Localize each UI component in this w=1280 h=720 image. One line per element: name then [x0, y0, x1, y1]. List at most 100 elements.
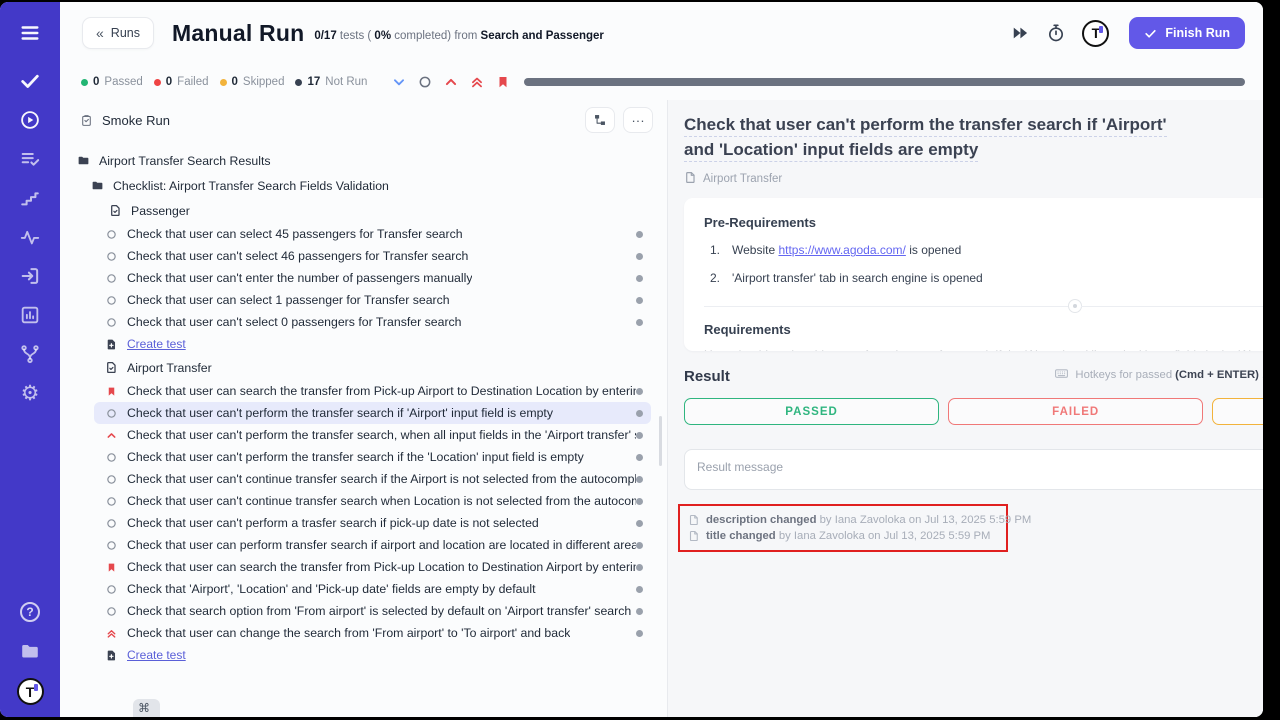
circle-icon — [104, 604, 118, 618]
clipboard-icon — [79, 113, 93, 127]
more-options-button[interactable]: ··· — [623, 107, 653, 133]
prerequirements-heading: Pre-Requirements — [704, 215, 1263, 230]
test-detail-panel: Check that user can't perform the transf… — [668, 100, 1263, 717]
result-message-input[interactable] — [684, 449, 1263, 490]
tree-item-label: Check that user can perform transfer sea… — [127, 538, 636, 552]
file-plus-icon — [104, 648, 118, 662]
bookmark-icon[interactable] — [496, 75, 510, 89]
tree-item-label: Check that user can't perform the transf… — [127, 450, 584, 464]
test-row[interactable]: Check that user can't perform the transf… — [94, 446, 651, 468]
test-row[interactable]: Check that user can't continue transfer … — [94, 490, 651, 512]
chevrons-left-icon: « — [96, 25, 104, 41]
circle-icon — [104, 472, 118, 486]
circle-icon — [104, 406, 118, 420]
menu-icon[interactable] — [18, 21, 42, 45]
list-check-icon[interactable] — [18, 147, 42, 171]
status-dot — [636, 388, 643, 395]
chevron-up-icon — [104, 428, 118, 442]
tree-item-label: Check that user can't perform a trasfer … — [127, 516, 539, 530]
failed-button[interactable]: FAILED — [948, 398, 1203, 425]
finish-run-button[interactable]: Finish Run — [1129, 17, 1245, 49]
test-row[interactable]: Check that user can't continue transfer … — [94, 468, 651, 490]
user-avatar[interactable]: T — [1082, 20, 1109, 47]
folder-row[interactable]: Checklist: Airport Transfer Search Field… — [80, 173, 651, 198]
test-tree-panel: Smoke Run ··· Airport Transfer Search Re… — [60, 100, 668, 717]
create-test-link[interactable]: Create test — [94, 644, 651, 666]
test-row[interactable]: Check that user can't perform a trasfer … — [94, 512, 651, 534]
tree-scrollbar[interactable] — [659, 416, 662, 466]
skipped-button[interactable]: SKIPPED — [1212, 398, 1263, 425]
pulse-icon[interactable] — [18, 225, 42, 249]
file-gray-icon — [688, 530, 700, 542]
back-to-runs-button[interactable]: « Runs — [82, 17, 154, 49]
test-row[interactable]: Check that user can select 1 passenger f… — [94, 289, 651, 311]
steps-icon[interactable] — [18, 186, 42, 210]
bookmark-icon — [104, 384, 118, 398]
status-dot — [636, 454, 643, 461]
file-row[interactable]: Passenger — [98, 198, 651, 223]
command-key-button[interactable]: ⌘ — [133, 699, 160, 717]
file-gray-icon — [688, 514, 700, 526]
double-chevron-up-icon[interactable] — [470, 75, 484, 89]
test-row[interactable]: Check that 'Airport', 'Location' and 'Pi… — [94, 578, 651, 600]
circle-icon — [104, 582, 118, 596]
page-title: Manual Run — [172, 20, 304, 47]
resize-handle[interactable] — [1068, 299, 1082, 313]
folder-row[interactable]: Airport Transfer Search Results — [66, 148, 651, 173]
test-title[interactable]: Check that user can't perform the transf… — [684, 112, 1189, 162]
tree-item-label: Check that user can select 1 passenger f… — [127, 293, 450, 307]
stopwatch-icon[interactable] — [1046, 23, 1066, 43]
help-icon[interactable]: ? — [18, 600, 42, 624]
avatar[interactable]: T — [17, 678, 44, 705]
suite-breadcrumb[interactable]: Airport Transfer — [684, 171, 1263, 187]
bar-chart-icon[interactable] — [18, 303, 42, 327]
test-row[interactable]: Check that user can't perform the transf… — [94, 424, 651, 446]
play-circle-icon[interactable] — [18, 108, 42, 132]
test-row[interactable]: Check that user can't select 0 passenger… — [94, 311, 651, 333]
section-splitter — [704, 299, 1263, 313]
fast-forward-icon[interactable] — [1010, 23, 1030, 43]
test-row[interactable]: Check that user can search the transfer … — [94, 380, 651, 402]
passed-button[interactable]: PASSED — [684, 398, 939, 425]
test-row[interactable]: Check that user can't enter the number o… — [94, 267, 651, 289]
tree-view-button[interactable] — [585, 107, 615, 133]
circle-icon — [104, 249, 118, 263]
tree-item-label: Check that 'Airport', 'Location' and 'Pi… — [127, 582, 536, 596]
tree-item-label: Create test — [127, 337, 186, 351]
circle-icon — [104, 494, 118, 508]
test-row[interactable]: Check that search option from 'From airp… — [94, 600, 651, 622]
test-row[interactable]: Check that user can't select 46 passenge… — [94, 245, 651, 267]
app-window: ⚙ ? T « Runs Manual Run 0/17 tests ( 0% … — [0, 2, 1263, 717]
check-icon[interactable] — [18, 69, 42, 93]
create-test-link[interactable]: Create test — [94, 333, 651, 355]
gear-icon[interactable]: ⚙ — [18, 381, 42, 405]
chevron-up-icon[interactable] — [444, 75, 458, 89]
test-row[interactable]: Check that user can search the transfer … — [94, 556, 651, 578]
chevron-down-icon[interactable] — [392, 75, 406, 89]
test-row[interactable]: Check that user can't perform the transf… — [94, 402, 651, 424]
run-header: « Runs Manual Run 0/17 tests ( 0% comple… — [60, 2, 1263, 64]
requirements-text-clipped: User should not be able to perform the t… — [704, 348, 1263, 351]
external-link[interactable]: https://www.agoda.com/ — [778, 243, 905, 257]
run-progress-bar — [524, 78, 1245, 86]
sign-in-icon[interactable] — [18, 264, 42, 288]
keyboard-icon — [1054, 366, 1072, 384]
status-dot — [636, 275, 643, 282]
file-icon — [684, 171, 697, 187]
file-row[interactable]: Airport Transfer — [94, 355, 651, 380]
folder-icon[interactable] — [18, 639, 42, 663]
folder-dark-icon — [76, 154, 90, 168]
branch-icon[interactable] — [18, 342, 42, 366]
test-row[interactable]: Check that user can perform transfer sea… — [94, 534, 651, 556]
circle-icon[interactable] — [418, 75, 432, 89]
status-dot — [636, 564, 643, 571]
status-dot — [636, 253, 643, 260]
prerequirement-item: 2.'Airport transfer' tab in search engin… — [710, 271, 1263, 285]
status-dot — [636, 542, 643, 549]
status-dot — [636, 630, 643, 637]
test-row[interactable]: Check that user can change the search fr… — [94, 622, 651, 644]
tree-item-label: Check that user can't perform the transf… — [127, 428, 636, 442]
run-subtitle: 0/17 tests ( 0% completed) from Search a… — [314, 30, 604, 42]
tree-item-label: Checklist: Airport Transfer Search Field… — [113, 179, 389, 193]
test-row[interactable]: Check that user can select 45 passengers… — [94, 223, 651, 245]
